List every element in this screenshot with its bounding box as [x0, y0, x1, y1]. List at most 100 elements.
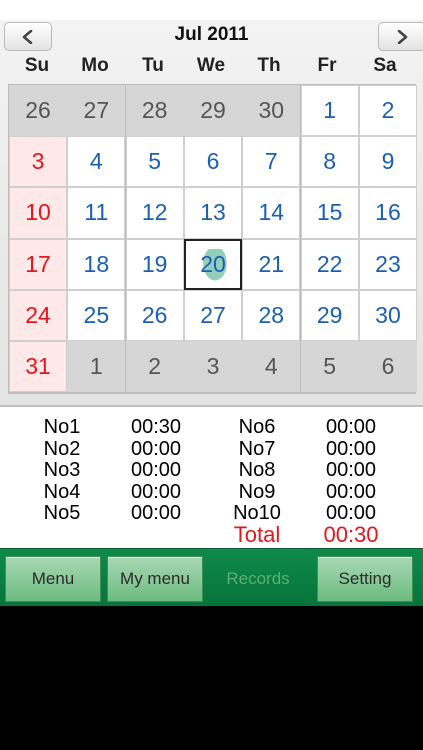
record-time: 00:00 — [325, 459, 377, 482]
record-time: 00:00 — [325, 437, 377, 460]
empty-area — [0, 606, 423, 750]
day-number: 19 — [141, 250, 168, 277]
day-cell[interactable]: 30 — [242, 85, 301, 137]
total-time: 00:30 — [323, 522, 379, 548]
record-row: No5 00:00 — [32, 502, 188, 525]
record-row: No8 00:00 — [222, 459, 383, 482]
day-cell[interactable]: 30 — [358, 289, 417, 341]
day-cell[interactable]: 29 — [183, 85, 242, 137]
day-number: 8 — [323, 148, 337, 175]
prev-month-button[interactable] — [4, 22, 52, 51]
day-number: 15 — [316, 199, 343, 226]
record-label: No7 — [238, 437, 276, 460]
day-cell[interactable]: 4 — [242, 340, 301, 393]
day-cell[interactable]: 14 — [242, 187, 301, 239]
day-number: 10 — [25, 199, 51, 226]
day-cell[interactable]: 8 — [300, 136, 359, 188]
day-cell[interactable]: 2 — [125, 340, 184, 393]
day-cell[interactable]: 31 — [9, 340, 67, 393]
day-cell[interactable]: 7 — [242, 136, 301, 188]
day-cell[interactable]: 21 — [242, 238, 301, 290]
month-title: Jul 2011 — [174, 24, 249, 45]
day-cell[interactable]: 26 — [125, 289, 184, 341]
day-cell[interactable]: 28 — [125, 85, 184, 137]
weekday-su: Su — [24, 55, 50, 76]
day-number: 5 — [323, 353, 337, 380]
day-cell[interactable]: 12 — [125, 187, 184, 239]
day-cell[interactable]: 4 — [67, 136, 126, 188]
bottom-toolbar: Menu My menu Records Setting — [0, 548, 423, 606]
day-cell[interactable]: 6 — [358, 340, 417, 393]
day-number: 5 — [148, 148, 162, 175]
day-cell[interactable]: 13 — [183, 187, 242, 239]
next-month-button[interactable] — [378, 22, 423, 51]
weekday-th: Th — [257, 55, 281, 76]
record-label: No8 — [238, 459, 276, 482]
day-number: 20 — [200, 250, 226, 277]
records-tab[interactable]: Records — [210, 556, 306, 602]
day-number: 17 — [25, 250, 51, 277]
day-cell[interactable]: 22 — [300, 238, 359, 290]
day-cell[interactable]: 27 — [183, 289, 242, 341]
weekday-tu: Tu — [142, 55, 164, 76]
day-cell[interactable]: 23 — [358, 238, 417, 290]
day-cell[interactable]: 17 — [9, 238, 67, 290]
day-number: 14 — [258, 199, 285, 226]
day-cell[interactable]: 26 — [9, 85, 67, 137]
records-panel: No1 00:30 No2 00:00 No3 00:00 No4 00:00 No5 0… — [0, 405, 423, 548]
record-time: 00:30 — [130, 416, 182, 439]
total-row: Total 00:30 — [222, 522, 383, 548]
chevron-right-icon — [397, 29, 408, 44]
day-cell[interactable]: 10 — [9, 187, 67, 239]
record-row: No7 00:00 — [222, 437, 383, 461]
setting-button[interactable]: Setting — [317, 556, 413, 602]
day-number: 3 — [206, 353, 220, 380]
day-number: 6 — [206, 148, 220, 175]
day-number: 27 — [200, 301, 226, 328]
record-time: 00:00 — [130, 480, 182, 503]
day-cell[interactable]: 2 — [358, 85, 417, 137]
day-cell[interactable]: 24 — [9, 289, 67, 341]
total-label: Total — [233, 522, 281, 548]
day-cell[interactable]: 3 — [183, 340, 242, 393]
record-label: No1 — [43, 416, 81, 439]
record-label: No4 — [43, 480, 81, 503]
day-cell[interactable]: 27 — [67, 85, 126, 137]
day-cell[interactable]: 25 — [67, 289, 126, 341]
record-row: No6 00:00 — [222, 416, 383, 439]
day-cell[interactable]: 5 — [125, 136, 184, 188]
day-number: 22 — [316, 250, 343, 277]
record-row: No2 00:00 — [32, 437, 188, 461]
day-number: 21 — [258, 250, 285, 277]
day-cell[interactable]: 11 — [67, 187, 126, 239]
day-number: 7 — [264, 148, 278, 175]
day-number: 12 — [141, 199, 168, 226]
day-cell[interactable]: 1 — [300, 85, 359, 137]
menu-button[interactable]: Menu — [5, 556, 101, 602]
day-number: 9 — [381, 148, 395, 175]
record-label: No2 — [43, 437, 81, 460]
day-cell[interactable]: 1 — [67, 340, 126, 393]
status-bar-area — [0, 0, 423, 20]
day-cell[interactable]: 3 — [9, 136, 67, 188]
day-number: 25 — [83, 301, 110, 328]
day-cell[interactable]: 29 — [300, 289, 359, 341]
day-cell[interactable]: 28 — [242, 289, 301, 341]
day-cell[interactable]: 15 — [300, 187, 359, 239]
day-number: 28 — [141, 97, 168, 124]
day-cell[interactable]: 18 — [67, 238, 126, 290]
day-number: 26 — [25, 97, 51, 124]
records-column-left: No1 00:30 No2 00:00 No3 00:00 No4 00:00 No5 0… — [32, 416, 188, 525]
day-number: 30 — [375, 301, 401, 328]
day-cell[interactable]: 9 — [358, 136, 417, 188]
day-cell[interactable]: 5 — [300, 340, 359, 393]
day-number: 1 — [89, 353, 103, 380]
day-cell-selected[interactable]: 20 — [183, 238, 242, 290]
record-row: No1 00:30 — [32, 416, 188, 439]
day-number: 18 — [83, 250, 110, 277]
day-cell[interactable]: 19 — [125, 238, 184, 290]
day-cell[interactable]: 16 — [358, 187, 417, 239]
my-menu-button[interactable]: My menu — [107, 556, 203, 602]
record-time: 00:00 — [325, 480, 377, 503]
day-cell[interactable]: 6 — [183, 136, 242, 188]
